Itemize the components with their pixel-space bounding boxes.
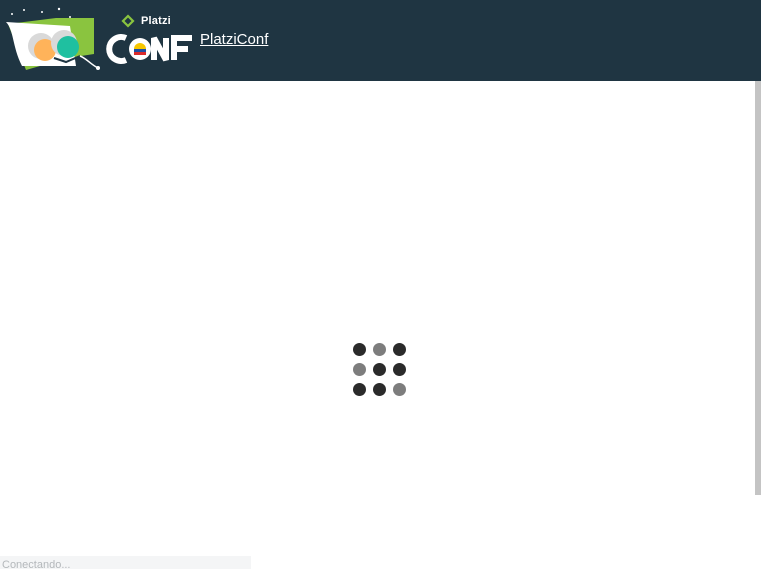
loading-spinner-icon	[353, 343, 407, 397]
vertical-scrollbar[interactable]	[755, 81, 761, 495]
spinner-dot	[373, 383, 386, 396]
spinner-dot	[373, 363, 386, 376]
connection-status-text: Conectando...	[2, 559, 71, 571]
conference-flag-icon	[6, 7, 100, 70]
platziconf-home-link[interactable]: PlatziConf	[200, 31, 268, 48]
spinner-dot	[393, 363, 406, 376]
app-header: Platzi PlatziConf	[0, 0, 761, 81]
spinner-dot	[393, 343, 406, 356]
spinner-dot	[353, 383, 366, 396]
spinner-dot	[353, 343, 366, 356]
scrollbar-thumb[interactable]	[755, 81, 761, 495]
spinner-dot	[393, 383, 406, 396]
spinner-dot	[353, 363, 366, 376]
brand-small-label: Platzi	[141, 15, 171, 27]
browser-status-bar: Conectando...	[0, 556, 251, 571]
spinner-dot	[373, 343, 386, 356]
